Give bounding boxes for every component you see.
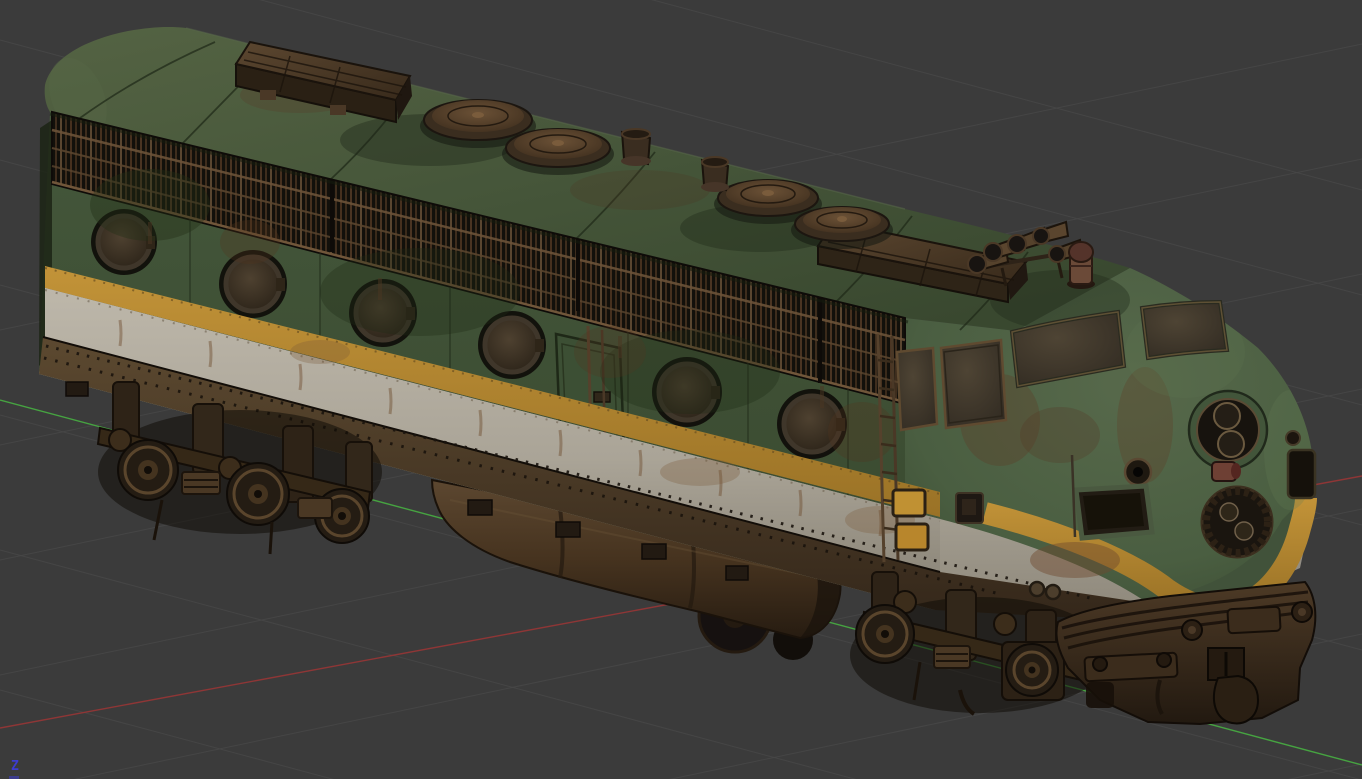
viewport-canvas[interactable] (0, 0, 1362, 779)
wheel (226, 462, 290, 526)
nose-valve (1211, 461, 1241, 482)
roof-fan (791, 206, 893, 249)
nose-round-light[interactable] (1123, 457, 1153, 487)
electrical-box (955, 492, 984, 524)
cab-windows[interactable] (895, 338, 1008, 432)
horn (1032, 220, 1070, 245)
nose-gyralight[interactable] (1200, 485, 1274, 559)
beacon-light[interactable] (1067, 241, 1095, 289)
locomotive-model[interactable] (38, 27, 1317, 660)
axis-gizmo-z-label: Z (11, 759, 19, 774)
wheel (1001, 641, 1065, 701)
exhaust-stack (620, 128, 652, 166)
wheel (855, 604, 915, 664)
exhaust-stack (700, 156, 730, 192)
roof-fan (502, 128, 614, 175)
wheel (117, 439, 179, 501)
3d-viewport[interactable]: Z (0, 0, 1362, 779)
nose-headlight[interactable] (1187, 389, 1269, 471)
